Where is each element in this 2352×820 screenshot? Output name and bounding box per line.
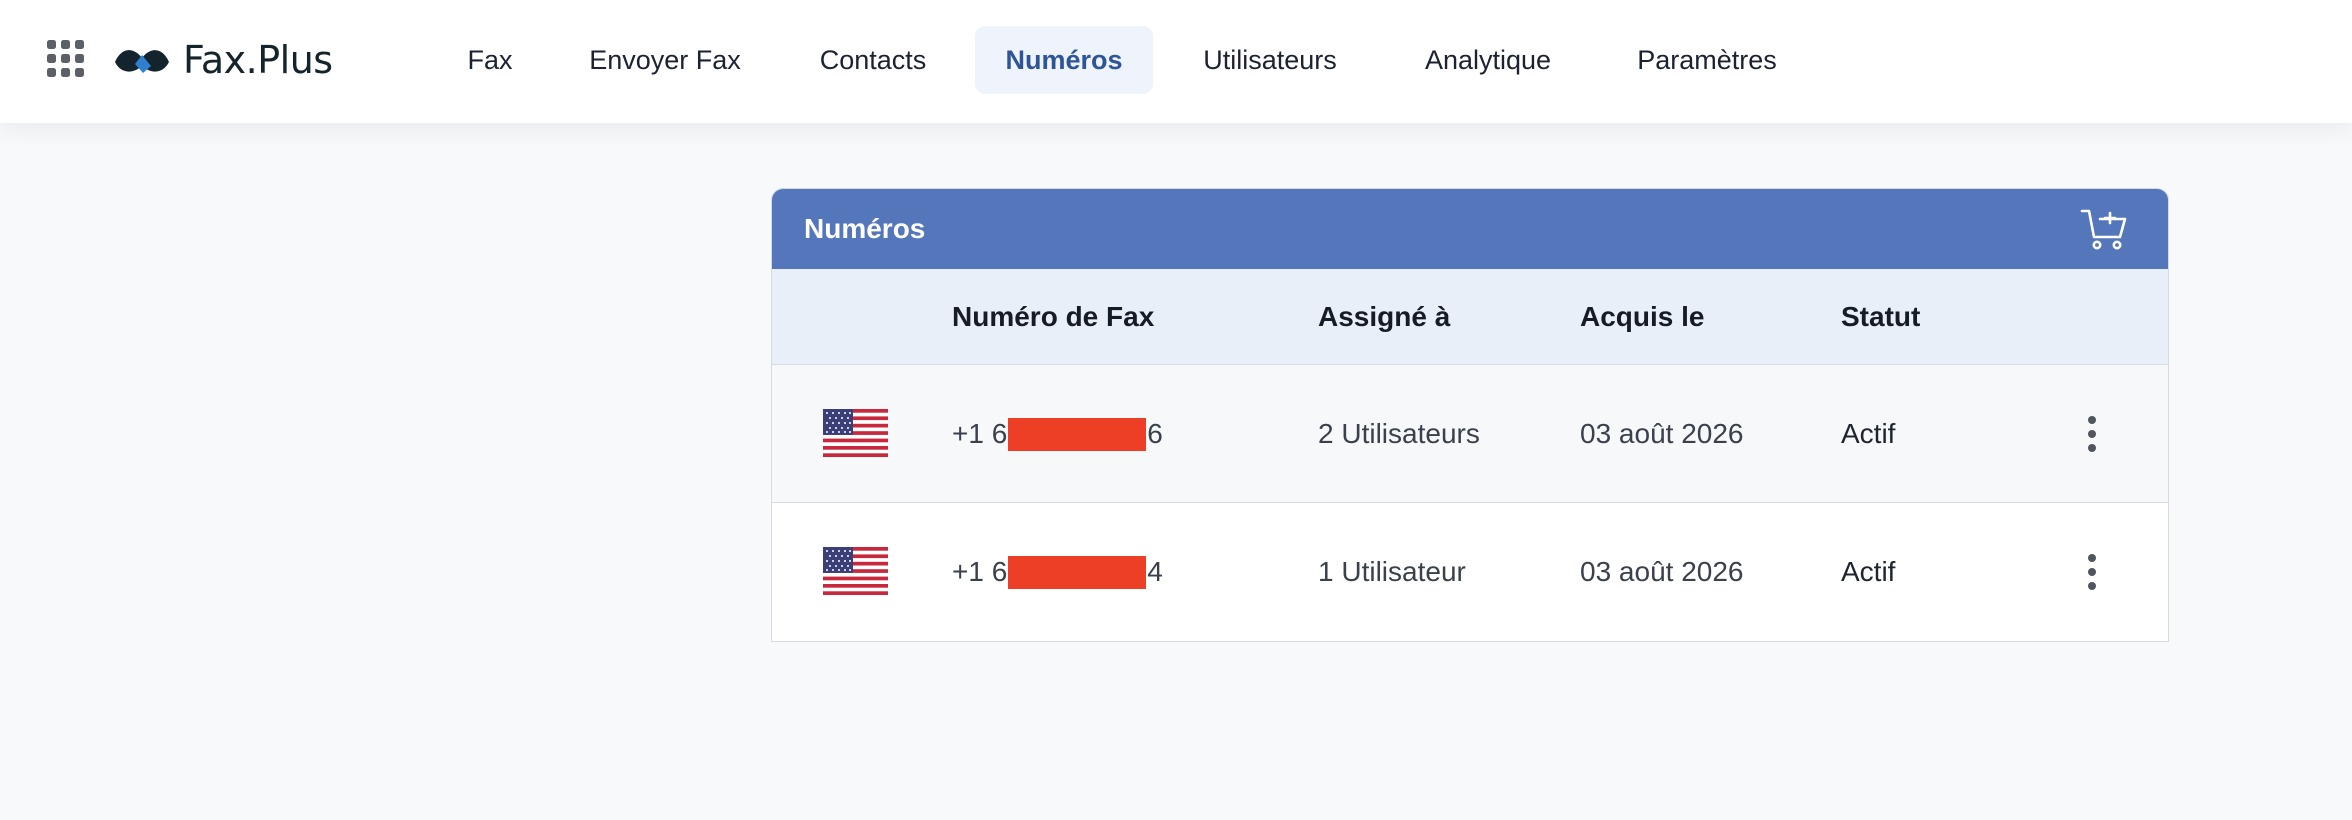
table-header: Numéro de Fax Assigné à Acquis le Statut (772, 269, 2168, 365)
redaction-block (1008, 555, 1147, 589)
panel-header: Numéros (772, 189, 2168, 269)
nav-item-send-fax[interactable]: Envoyer Fax (568, 26, 762, 94)
acquired-date: 03 août 2026 (1580, 418, 1744, 449)
nav-item-analytics[interactable]: Analytique (1400, 26, 1576, 94)
acquired-date: 03 août 2026 (1580, 556, 1744, 587)
fax-number: +1 6 4 (952, 503, 2168, 641)
column-header-assigned: Assigné à (1318, 301, 1451, 332)
cart-add-icon[interactable] (2080, 207, 2128, 253)
fax-number: +1 6 6 (952, 365, 2168, 503)
nav-item-users[interactable]: Utilisateurs (1180, 26, 1360, 94)
fax-number-suffix: 4 (1147, 556, 1163, 587)
numbers-panel: Numéros Numéro de Fax Assigné à Acquis l… (771, 188, 2169, 642)
nav-item-fax[interactable]: Fax (447, 26, 533, 94)
redaction-block (1008, 417, 1147, 451)
panel-title: Numéros (804, 213, 926, 244)
top-bar: Fax.Plus Fax Envoyer Fax Contacts Numéro… (0, 0, 2352, 123)
column-header-fax-number: Numéro de Fax (952, 301, 1155, 332)
column-header-acquired: Acquis le (1580, 301, 1705, 332)
main-nav: Fax Envoyer Fax Contacts Numéros Utilisa… (0, 0, 2352, 123)
table-row[interactable]: +1 6 4 1 Utilisateur 03 août 2026 Actif (772, 503, 2168, 641)
fax-number-prefix: +1 6 (952, 418, 1008, 449)
assigned-to: 1 Utilisateur (1318, 556, 1466, 587)
status-text: Actif (1841, 556, 1896, 587)
us-flag-icon (823, 547, 888, 595)
nav-item-settings[interactable]: Paramètres (1616, 26, 1798, 94)
fax-number-prefix: +1 6 (952, 556, 1008, 587)
us-flag-icon (823, 409, 888, 457)
fax-number-suffix: 6 (1147, 418, 1163, 449)
status-text: Actif (1841, 418, 1896, 449)
numbers-list: +1 6 6 2 Utilisateurs 03 août 2026 Actif (772, 365, 2168, 641)
nav-item-contacts[interactable]: Contacts (798, 26, 948, 94)
more-options-icon[interactable] (2072, 414, 2112, 454)
more-options-icon[interactable] (2072, 552, 2112, 592)
assigned-to: 2 Utilisateurs (1318, 418, 1480, 449)
table-row[interactable]: +1 6 6 2 Utilisateurs 03 août 2026 Actif (772, 365, 2168, 503)
column-header-status: Statut (1841, 301, 1921, 332)
nav-item-numbers[interactable]: Numéros (975, 26, 1153, 94)
